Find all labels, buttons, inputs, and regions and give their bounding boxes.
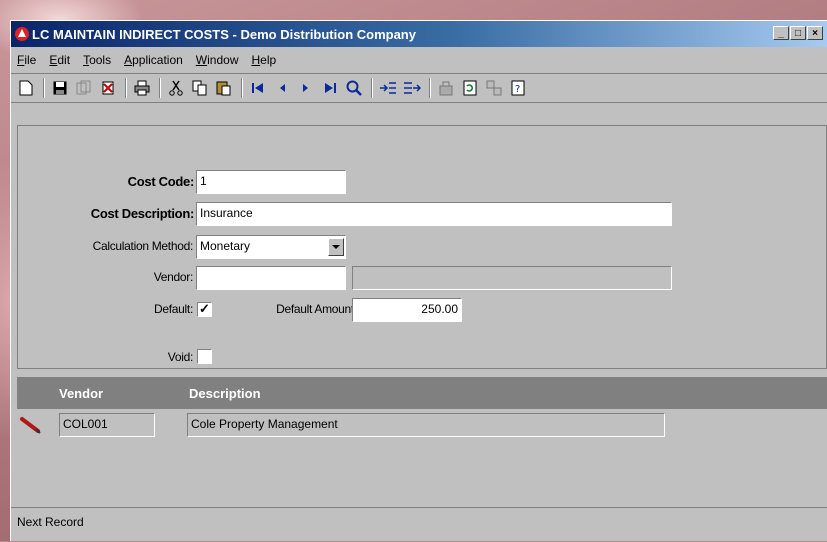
find-icon[interactable]: [343, 77, 365, 99]
default-amount-field[interactable]: 250.00: [352, 298, 462, 322]
vendor-grid: COL001 Cole Property Management: [17, 409, 827, 517]
toolbar-separator: [125, 78, 127, 98]
link-icon[interactable]: [483, 77, 505, 99]
cost-description-label: Cost Description:: [90, 206, 195, 221]
copy-icon[interactable]: [189, 77, 211, 99]
copy-record-icon[interactable]: [73, 77, 95, 99]
calculation-method-select[interactable]: Monetary: [196, 235, 346, 259]
cost-code-field[interactable]: 1: [196, 170, 346, 194]
window-controls: _ □ ×: [773, 26, 823, 40]
toolbar-separator: [371, 78, 373, 98]
help-icon[interactable]: ?: [507, 77, 529, 99]
app-icon[interactable]: [15, 27, 29, 41]
last-record-icon[interactable]: [319, 77, 341, 99]
menu-bar: File Edit Tools Application Window Help: [11, 49, 827, 71]
vendor-label: Vendor:: [153, 270, 194, 284]
status-bar: Next Record: [11, 507, 827, 542]
title-bar[interactable]: LC MAINTAIN INDIRECT COSTS - Demo Distri…: [11, 21, 827, 47]
cost-description-field[interactable]: Insurance: [196, 202, 672, 226]
description-cell[interactable]: Cole Property Management: [187, 413, 665, 437]
status-text: Next Record: [17, 515, 84, 529]
menu-tools[interactable]: Tools: [83, 53, 111, 67]
toolbar-separator: [43, 78, 45, 98]
default-amount-label: Default Amount:: [276, 302, 357, 316]
vendor-field[interactable]: [196, 266, 346, 290]
maximize-button[interactable]: □: [790, 26, 806, 40]
edit-row-icon: [19, 415, 43, 438]
toolbar-separator: [159, 78, 161, 98]
default-checkbox[interactable]: ✓: [197, 302, 212, 317]
insert-row-icon[interactable]: [377, 77, 399, 99]
minimize-button[interactable]: _: [773, 26, 789, 40]
menu-window[interactable]: Window: [196, 53, 239, 67]
menu-file[interactable]: File: [17, 53, 36, 67]
print-icon[interactable]: [131, 77, 153, 99]
vendor-grid-header: Vendor Description: [17, 377, 827, 409]
next-record-icon[interactable]: [295, 77, 317, 99]
append-row-icon[interactable]: [401, 77, 423, 99]
first-record-icon[interactable]: [247, 77, 269, 99]
window-title: LC MAINTAIN INDIRECT COSTS - Demo Distri…: [32, 26, 416, 42]
close-button[interactable]: ×: [807, 26, 823, 40]
calculation-method-value: Monetary: [200, 239, 251, 253]
menu-edit[interactable]: Edit: [49, 53, 70, 67]
approve-icon[interactable]: [435, 77, 457, 99]
paste-icon[interactable]: [213, 77, 235, 99]
column-header-vendor[interactable]: Vendor: [59, 386, 103, 401]
delete-icon[interactable]: [97, 77, 119, 99]
toolbar-separator: [429, 78, 431, 98]
vendor-name-field: [352, 266, 672, 290]
menu-help[interactable]: Help: [251, 53, 276, 67]
previous-record-icon[interactable]: [271, 77, 293, 99]
cost-code-label: Cost Code:: [127, 174, 195, 189]
calculation-method-label: Calculation Method:: [92, 239, 194, 253]
column-header-description[interactable]: Description: [189, 386, 261, 401]
chevron-down-icon[interactable]: [328, 238, 344, 256]
main-window: LC MAINTAIN INDIRECT COSTS - Demo Distri…: [10, 20, 827, 541]
cut-icon[interactable]: [165, 77, 187, 99]
refresh-icon[interactable]: [459, 77, 481, 99]
void-label: Void:: [167, 350, 194, 364]
save-icon[interactable]: [49, 77, 71, 99]
menu-application[interactable]: Application: [124, 53, 183, 67]
new-icon[interactable]: [15, 77, 37, 99]
default-label: Default:: [154, 302, 193, 316]
void-checkbox[interactable]: [197, 349, 212, 364]
toolbar: ?: [11, 73, 827, 103]
vendor-cell[interactable]: COL001: [59, 413, 155, 437]
toolbar-separator: [241, 78, 243, 98]
cost-form: Cost Code: 1 Cost Description: Insurance…: [17, 125, 827, 369]
svg-text:?: ?: [515, 84, 520, 95]
table-row[interactable]: COL001 Cole Property Management: [17, 413, 827, 439]
